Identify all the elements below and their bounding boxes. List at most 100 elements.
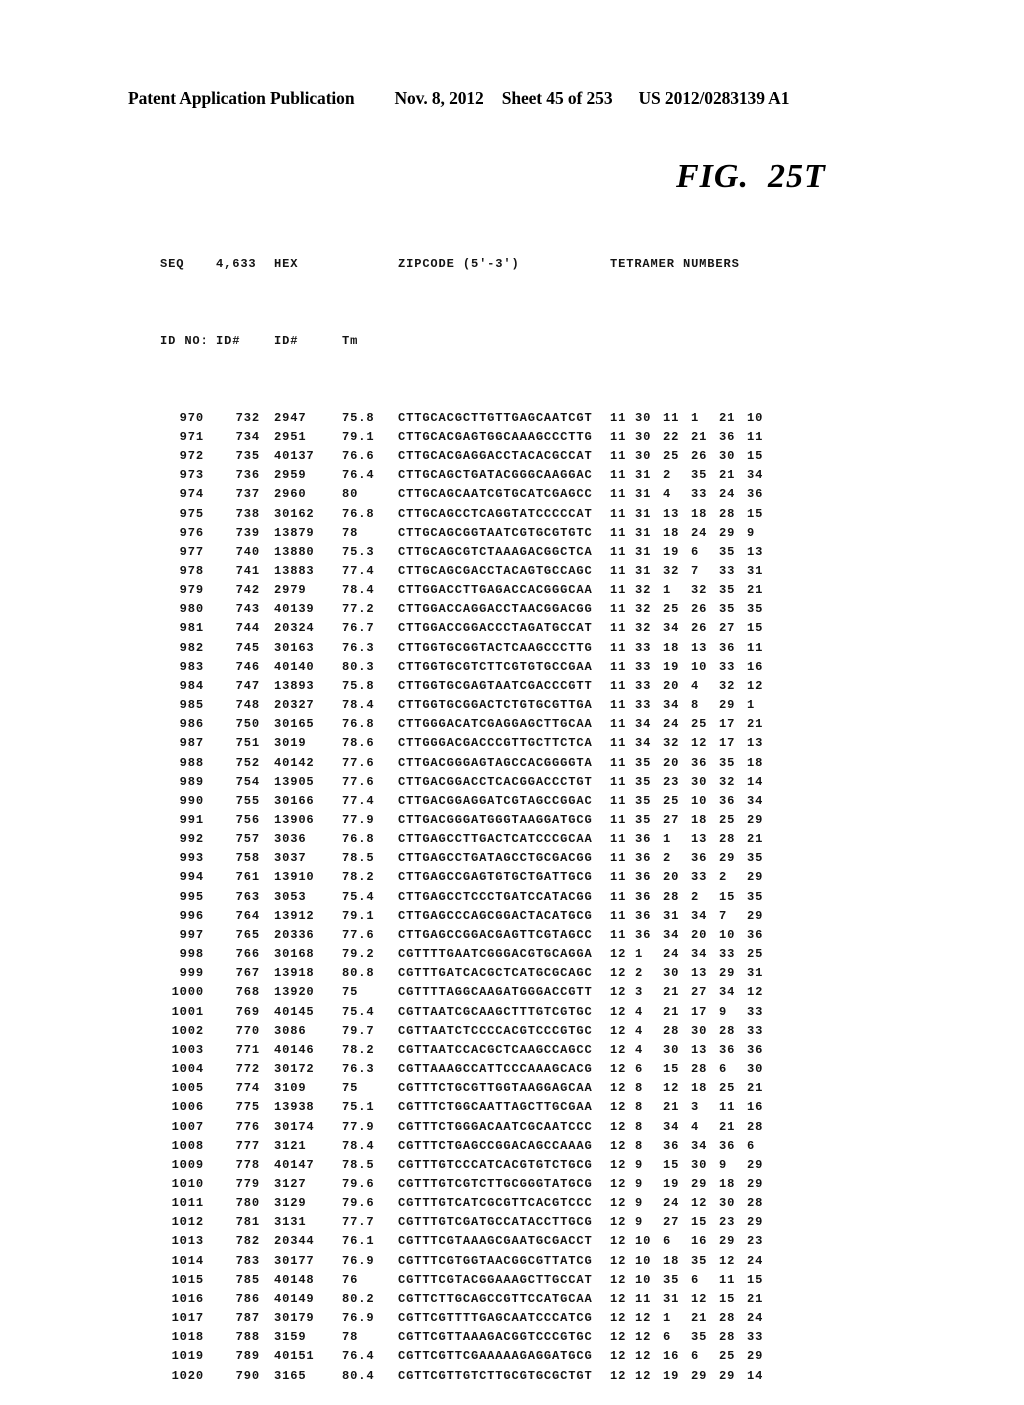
- cell-tetramer-1: 11: [610, 870, 627, 885]
- cell-zipcode: CTTGGTGCGGACTCTGTGCGTTGA: [398, 698, 593, 713]
- cell-tetramer-3: 18: [663, 1253, 680, 1268]
- cell-4633-id: 783: [235, 1253, 260, 1268]
- cell-tetramer-6: 33: [747, 1023, 764, 1038]
- cell-tetramer-4: 12: [691, 736, 708, 751]
- cell-4633-id: 779: [235, 1176, 260, 1191]
- cell-tetramer-3: 6: [663, 1234, 672, 1249]
- cell-tetramer-4: 26: [691, 602, 708, 617]
- cell-tetramer-4: 18: [691, 506, 708, 521]
- cell-tetramer-6: 10: [747, 410, 764, 425]
- cell-tetramer-1: 12: [610, 1042, 627, 1057]
- cell-4633-id: 748: [235, 698, 260, 713]
- cell-hex-id: 2951: [274, 429, 307, 444]
- cell-tm: 76.3: [342, 640, 375, 655]
- cell-hex-id: 3109: [274, 1081, 307, 1096]
- cell-tetramer-6: 14: [747, 774, 764, 789]
- cell-seq-id-no: 973: [179, 468, 204, 483]
- cell-tetramer-1: 11: [610, 563, 627, 578]
- cell-tetramer-4: 4: [691, 1119, 700, 1134]
- cell-hex-id: 20336: [274, 927, 315, 942]
- table-row: 1005 774 3109 75 CGTTTCTGCGTTGGTAAGGAGCAA 12 8…: [160, 1079, 768, 1098]
- cell-tetramer-6: 29: [747, 908, 764, 923]
- cell-seq-id-no: 1012: [171, 1215, 204, 1230]
- cell-tm: 77.2: [342, 602, 375, 617]
- cell-hex-id: 13880: [274, 544, 315, 559]
- cell-tetramer-5: 25: [719, 1081, 736, 1096]
- cell-tetramer-5: 9: [719, 1157, 728, 1172]
- cell-tetramer-2: 36: [635, 889, 652, 904]
- cell-tetramer-5: 32: [719, 678, 736, 693]
- cell-tetramer-1: 12: [610, 966, 627, 981]
- cell-tm: 77.9: [342, 813, 375, 827]
- cell-tetramer-4: 13: [691, 966, 708, 981]
- cell-tetramer-1: 12: [610, 1196, 627, 1211]
- cell-seq-id-no: 1017: [171, 1311, 204, 1326]
- cell-tetramer-6: 21: [747, 1291, 764, 1306]
- cell-tetramer-4: 29: [691, 1176, 708, 1191]
- cell-tetramer-5: 35: [719, 755, 736, 770]
- cell-zipcode: CTTGGTGCGAGTAATCGACCCGTT: [398, 678, 593, 693]
- cell-zipcode: CGTTTGTCGATGCCATACCTTGCG: [398, 1215, 593, 1230]
- cell-zipcode: CGTTAATCTCCCCACGTCCCGTGC: [398, 1023, 593, 1038]
- cell-tetramer-3: 32: [663, 563, 680, 578]
- cell-4633-id: 758: [235, 851, 260, 866]
- cell-4633-id: 741: [235, 563, 260, 578]
- cell-tetramer-6: 29: [747, 1176, 764, 1191]
- cell-tetramer-6: 24: [747, 1311, 764, 1326]
- cell-tetramer-1: 11: [610, 908, 627, 923]
- cell-tetramer-2: 36: [635, 851, 652, 866]
- cell-tm: 75: [342, 1081, 359, 1096]
- cell-tetramer-1: 11: [610, 468, 627, 483]
- cell-4633-id: 747: [235, 678, 260, 693]
- cell-tetramer-5: 35: [719, 544, 736, 559]
- cell-tetramer-2: 31: [635, 506, 652, 521]
- cell-zipcode: CGTTTGATCACGCTCATGCGCAGC: [398, 966, 593, 981]
- cell-tetramer-5: 30: [719, 1196, 736, 1211]
- cell-tetramer-4: 35: [691, 468, 708, 483]
- cell-tm: 76.3: [342, 1062, 375, 1077]
- cell-tm: 76: [342, 1272, 359, 1287]
- cell-tetramer-1: 12: [610, 1081, 627, 1096]
- cell-tetramer-3: 11: [663, 410, 680, 425]
- cell-tetramer-3: 25: [663, 602, 680, 617]
- cell-4633-id: 761: [235, 870, 260, 885]
- table-row: 1018 788 3159 78 CGTTCGTTAAAGACGGTCCCGTGC 12 1…: [160, 1328, 768, 1347]
- cell-tetramer-1: 12: [610, 1062, 627, 1077]
- cell-tetramer-3: 24: [663, 1196, 680, 1211]
- cell-tetramer-4: 35: [691, 1330, 708, 1345]
- table-row: 1006 775 13938 75.1 CGTTTCTGGCAATTAGCTTGCGAA…: [160, 1098, 768, 1117]
- cell-tetramer-5: 30: [719, 449, 736, 464]
- cell-seq-id-no: 982: [179, 640, 204, 655]
- cell-tetramer-3: 34: [663, 698, 680, 713]
- cell-tetramer-3: 23: [663, 774, 680, 789]
- cell-tetramer-4: 3: [691, 1100, 700, 1115]
- cell-tm: 80.4: [342, 1368, 375, 1383]
- cell-tetramer-2: 31: [635, 487, 652, 502]
- cell-tetramer-2: 10: [635, 1253, 652, 1268]
- cell-tetramer-3: 21: [663, 1100, 680, 1115]
- cell-tetramer-1: 12: [610, 1004, 627, 1019]
- cell-zipcode: CTTGAGCCGGACGAGTTCGTAGCC: [398, 927, 593, 942]
- cell-tetramer-2: 33: [635, 640, 652, 655]
- cell-tetramer-4: 27: [691, 985, 708, 1000]
- cell-tetramer-4: 28: [691, 1062, 708, 1077]
- cell-tetramer-5: 29: [719, 966, 736, 981]
- cell-tetramer-2: 9: [635, 1176, 644, 1191]
- cell-tetramer-5: 23: [719, 1215, 736, 1230]
- cell-tm: 79.6: [342, 1196, 375, 1211]
- cell-zipcode: CTTGGGACATCGAGGAGCTTGCAA: [398, 717, 593, 732]
- cell-tetramer-1: 11: [610, 755, 627, 770]
- table-row: 1010 779 3127 79.6 CGTTTGTCGTCTTGCGGGTATGCG 1…: [160, 1175, 768, 1194]
- cell-tetramer-5: 9: [719, 1004, 728, 1019]
- cell-tetramer-3: 1: [663, 1311, 672, 1326]
- cell-tetramer-5: 28: [719, 832, 736, 847]
- publication-label: Patent Application Publication: [128, 88, 355, 108]
- cell-tetramer-1: 11: [610, 602, 627, 617]
- cell-hex-id: 30172: [274, 1062, 315, 1077]
- cell-zipcode: CTTGACGGGATGGGTAAGGATGCG: [398, 813, 593, 827]
- cell-tetramer-1: 11: [610, 525, 627, 540]
- cell-zipcode: CTTGGACCGGACCCTAGATGCCAT: [398, 621, 593, 636]
- cell-tetramer-4: 13: [691, 832, 708, 847]
- header-tetramer: TETRAMER NUMBERS: [610, 257, 740, 272]
- cell-zipcode: CGTTCGTTAAAGACGGTCCCGTGC: [398, 1330, 593, 1345]
